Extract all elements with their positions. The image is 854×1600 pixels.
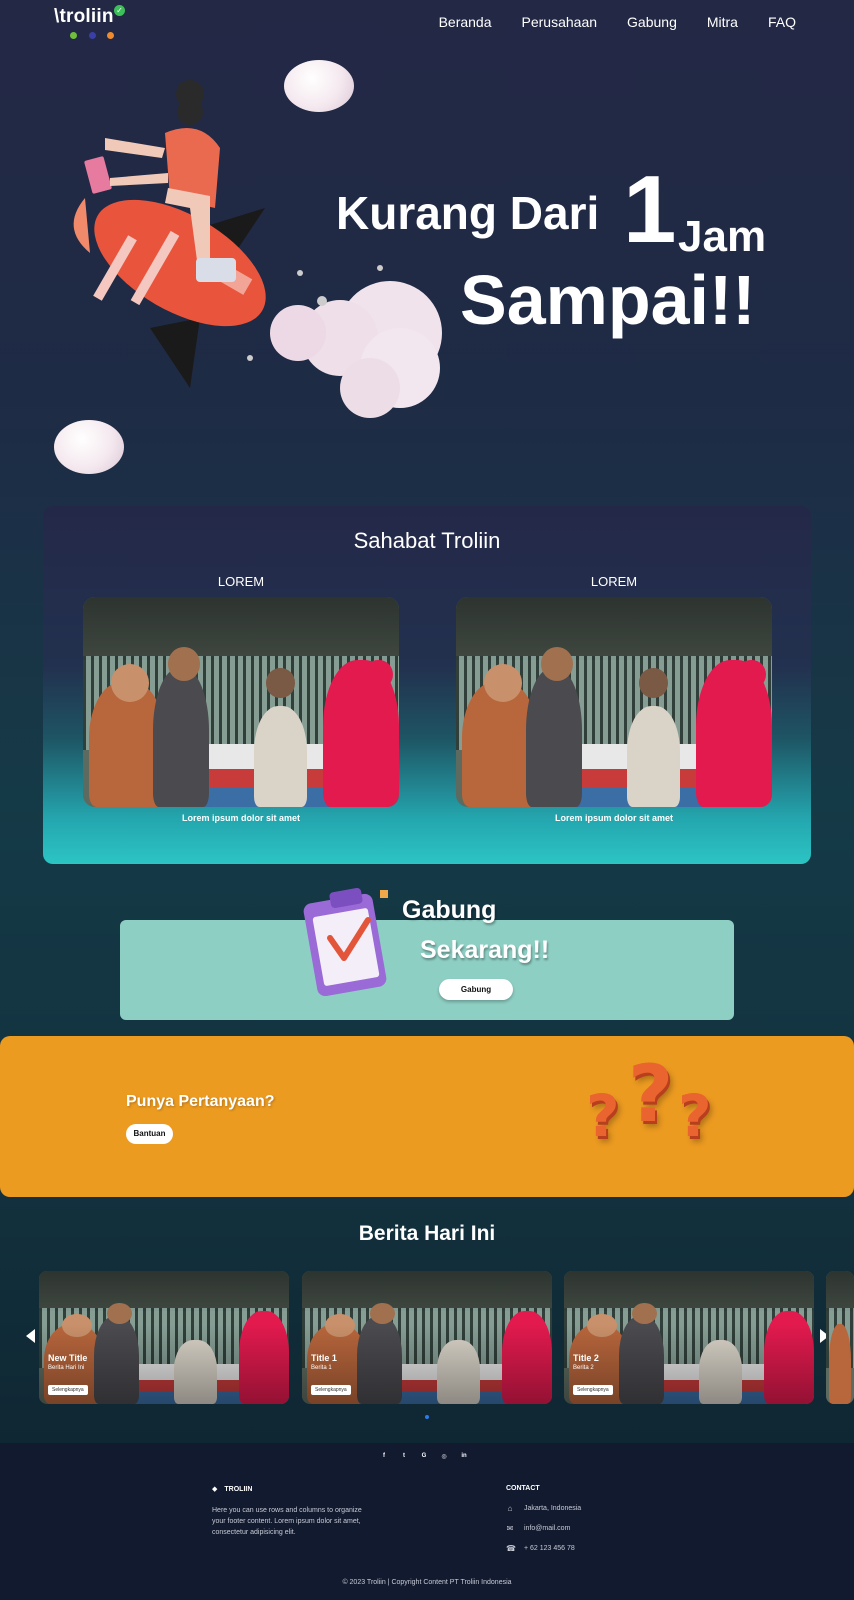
bantuan-button[interactable]: Bantuan	[126, 1124, 173, 1144]
facebook-icon[interactable]: f	[380, 1453, 388, 1460]
rocket-illustration	[73, 80, 442, 418]
logo[interactable]: \troliin ✓	[54, 4, 134, 40]
nav-link-beranda[interactable]: Beranda	[439, 14, 492, 30]
clipboard-icon	[303, 887, 388, 996]
news-card-title: Title 2	[573, 1353, 599, 1363]
phone-text[interactable]: + 62 123 456 78	[524, 1545, 575, 1552]
sahabat-card[interactable]: LOREM Lorem ipsum dolor sit amet	[456, 574, 772, 823]
logo-text: \troliin	[54, 6, 114, 27]
news-card-subtitle: Berita 2	[573, 1365, 594, 1371]
footer-contact-title: CONTACT	[506, 1485, 540, 1492]
news-card-button[interactable]: Selengkapnya	[311, 1385, 351, 1395]
footer-about: ◆ TROLIIN Here you can use rows and colu…	[212, 1485, 362, 1538]
sahabat-photo	[83, 597, 399, 807]
news-card[interactable]: Title 2 Berita 2 Selengkapnya	[564, 1271, 814, 1404]
gabung-title-2: Sekarang!!	[420, 936, 550, 964]
card-label: LOREM	[590, 574, 638, 589]
nav-link-gabung[interactable]: Gabung	[627, 14, 677, 30]
logo-dot	[70, 32, 77, 39]
nav-link-mitra[interactable]: Mitra	[707, 14, 738, 30]
gabung-button[interactable]: Gabung	[439, 979, 513, 1000]
check-icon: ✓	[114, 5, 125, 16]
social-links: f t G ◎ in	[380, 1453, 468, 1460]
twitter-icon[interactable]: t	[400, 1453, 408, 1460]
carousel-prev-icon[interactable]	[26, 1329, 35, 1343]
navbar: \troliin ✓ Beranda Perusahaan Gabung Mit…	[0, 0, 854, 44]
gem-icon: ◆	[212, 1486, 218, 1493]
gabung-banner	[120, 920, 734, 1020]
envelope-icon: ✉	[506, 1524, 514, 1533]
footer-brand-text: TROLIIN	[224, 1485, 253, 1493]
footer-address: ⌂ Jakarta, Indonesia	[506, 1504, 666, 1513]
instagram-icon[interactable]: ◎	[440, 1453, 448, 1460]
sahabat-section: Sahabat Troliin LOREM Lorem ipsum dolor …	[43, 506, 811, 864]
footer: f t G ◎ in ◆ TROLIIN Here you can use ro…	[0, 1443, 854, 1600]
gabung-title: Gabung	[402, 896, 497, 924]
news-title: Berita Hari Ini	[358, 1222, 496, 1245]
card-label: LOREM	[217, 574, 265, 589]
footer-brand: ◆ TROLIIN	[212, 1485, 362, 1494]
news-card-button[interactable]: Selengkapnya	[573, 1385, 613, 1395]
sahabat-title: Sahabat Troliin	[353, 528, 501, 553]
email-text[interactable]: info@mail.com	[524, 1525, 570, 1532]
card-caption: Lorem ipsum dolor sit amet	[181, 813, 301, 823]
nav-link-faq[interactable]: FAQ	[768, 14, 796, 30]
card-caption: Lorem ipsum dolor sit amet	[554, 813, 674, 823]
question-marks-icon: ? ? ?	[586, 1050, 712, 1150]
nav-link-perusahaan[interactable]: Perusahaan	[522, 14, 598, 30]
hero-jam: Jam	[678, 212, 767, 261]
phone-icon: ☎	[506, 1544, 516, 1553]
logo-dot	[107, 32, 114, 39]
google-icon[interactable]: G	[420, 1453, 428, 1460]
footer-email[interactable]: ✉ info@mail.com	[506, 1524, 666, 1533]
hero-number: 1	[623, 156, 677, 263]
news-card-subtitle: Berita 1	[311, 1365, 332, 1371]
sahabat-card[interactable]: LOREM Lorem ipsum dolor sit amet	[83, 574, 399, 823]
nav-links: Beranda Perusahaan Gabung Mitra FAQ	[439, 14, 796, 30]
carousel-indicator[interactable]	[425, 1415, 429, 1419]
hero-line2: Sampai!!	[460, 261, 756, 339]
home-icon: ⌂	[507, 1504, 513, 1513]
news-card-subtitle: Berita Hari Ini	[48, 1365, 85, 1371]
footer-contact: CONTACT ⌂ Jakarta, Indonesia ✉ info@mail…	[506, 1485, 666, 1564]
cloud-decoration	[54, 420, 124, 474]
linkedin-icon[interactable]: in	[460, 1453, 468, 1460]
news-card-title: Title 1	[311, 1353, 337, 1363]
address-text: Jakarta, Indonesia	[524, 1505, 582, 1512]
hero-line1: Kurang Dari	[336, 187, 600, 239]
footer-about-text: Here you can use rows and columns to org…	[212, 1507, 362, 1536]
copyright-text: © 2023 Troliin | Copyright Content PT Tr…	[342, 1579, 512, 1586]
news-card-title: New Title	[48, 1353, 88, 1363]
footer-phone[interactable]: ☎ + 62 123 456 78	[506, 1544, 666, 1553]
sahabat-photo	[456, 597, 772, 807]
faq-section: Punya Pertanyaan? Bantuan ? ? ?	[0, 1036, 854, 1197]
news-card-partial[interactable]	[826, 1271, 854, 1404]
news-card[interactable]: Title 1 Berita 1 Selengkapnya	[302, 1271, 552, 1404]
faq-title: Punya Pertanyaan?	[126, 1093, 275, 1110]
news-card-button[interactable]: Selengkapnya	[48, 1385, 88, 1395]
news-card[interactable]: New Title Berita Hari Ini Selengkapnya	[39, 1271, 289, 1404]
logo-dot	[89, 32, 96, 39]
